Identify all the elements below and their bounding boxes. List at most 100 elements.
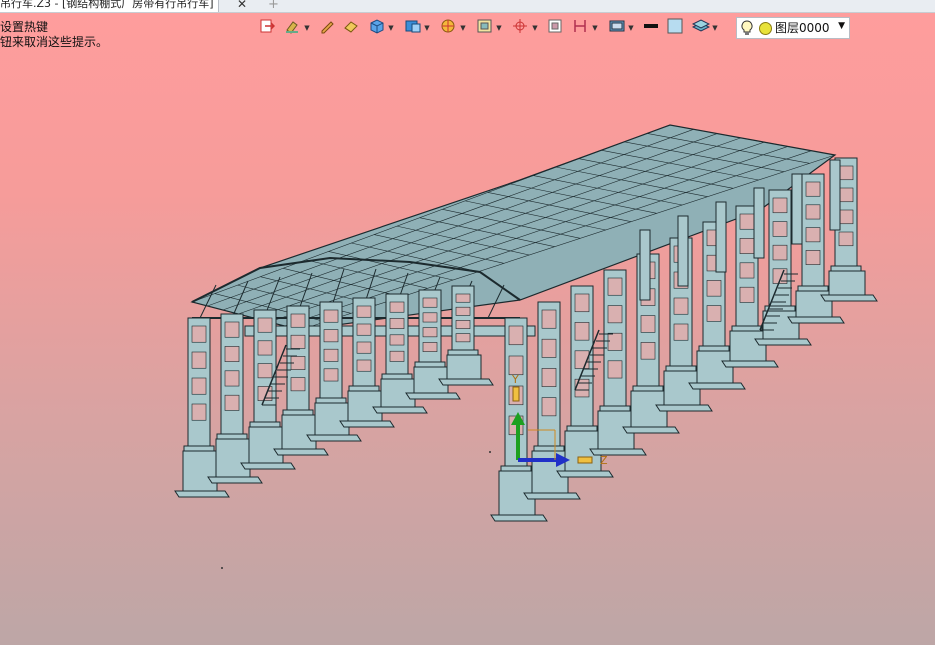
footing-plate bbox=[787, 316, 845, 324]
column-opening bbox=[290, 377, 306, 392]
footing-plate bbox=[688, 382, 746, 390]
column-opening bbox=[356, 359, 372, 372]
column-opening bbox=[257, 363, 273, 379]
column-opening bbox=[356, 323, 372, 336]
column-opening bbox=[455, 333, 471, 343]
column-opening bbox=[290, 334, 306, 349]
column-opening bbox=[772, 244, 788, 261]
steel-shed-model bbox=[174, 124, 878, 569]
footing-pedestal bbox=[729, 330, 767, 362]
footing-pedestal bbox=[314, 402, 350, 436]
column-opening bbox=[607, 305, 623, 324]
footing-plate bbox=[490, 514, 548, 522]
column-opening bbox=[257, 317, 273, 333]
footing-pedestal bbox=[762, 310, 800, 340]
footing-pedestal bbox=[248, 426, 284, 464]
footing-plate bbox=[556, 470, 614, 478]
column-opening bbox=[224, 394, 240, 411]
column-opening bbox=[706, 305, 722, 322]
column-opening bbox=[224, 321, 240, 338]
column-opening bbox=[389, 318, 405, 329]
back-column bbox=[677, 215, 689, 287]
column-opening bbox=[422, 297, 438, 308]
column-opening bbox=[356, 305, 372, 318]
footing-pedestal bbox=[446, 354, 482, 380]
column-opening bbox=[224, 370, 240, 387]
viewport-dot bbox=[489, 451, 491, 453]
column-opening bbox=[508, 325, 524, 346]
footing-plate bbox=[405, 392, 461, 400]
column-opening bbox=[739, 213, 755, 230]
footing-plate bbox=[240, 462, 296, 470]
column-opening bbox=[389, 334, 405, 346]
viewport-dot bbox=[221, 567, 223, 569]
column-opening bbox=[323, 348, 339, 362]
footing-pedestal bbox=[215, 438, 251, 478]
column-opening bbox=[574, 322, 590, 341]
column-opening bbox=[574, 378, 590, 398]
column-opening bbox=[805, 181, 821, 197]
column-opening bbox=[607, 332, 623, 351]
footing-plate bbox=[339, 420, 395, 428]
footing-plate bbox=[207, 476, 263, 484]
column-opening bbox=[673, 323, 689, 341]
footing-pedestal bbox=[347, 390, 383, 422]
column-opening bbox=[224, 346, 240, 362]
footing-plate bbox=[306, 434, 362, 442]
column-opening bbox=[422, 312, 438, 323]
column-opening bbox=[838, 209, 854, 225]
footing-pedestal bbox=[182, 450, 218, 492]
column-opening bbox=[607, 360, 623, 379]
column-opening bbox=[356, 341, 372, 354]
column-opening bbox=[772, 197, 788, 214]
column-opening bbox=[805, 204, 821, 220]
footing-plate bbox=[721, 360, 779, 368]
footing-pedestal bbox=[828, 270, 866, 296]
column-opening bbox=[541, 368, 557, 387]
column-opening bbox=[422, 327, 438, 338]
column-opening bbox=[257, 340, 273, 356]
column-opening bbox=[191, 377, 207, 395]
column-opening bbox=[541, 309, 557, 329]
column-opening bbox=[422, 342, 438, 352]
column-opening bbox=[455, 306, 471, 316]
footing-plate bbox=[622, 426, 680, 434]
column-opening bbox=[323, 309, 339, 323]
model-viewport[interactable]: Y Z bbox=[0, 0, 935, 645]
z-axis-label: Z bbox=[600, 454, 608, 467]
column-opening bbox=[389, 301, 405, 313]
column-opening bbox=[805, 227, 821, 243]
back-column bbox=[829, 159, 841, 231]
column-opening bbox=[323, 368, 339, 382]
column-opening bbox=[290, 313, 306, 328]
back-column bbox=[715, 201, 727, 273]
column-opening bbox=[455, 293, 471, 303]
column-opening bbox=[739, 238, 755, 254]
column-opening bbox=[607, 277, 623, 296]
footing-plate bbox=[655, 404, 713, 412]
footing-plate bbox=[174, 490, 230, 498]
column-opening bbox=[541, 338, 557, 358]
footing-plate bbox=[820, 294, 878, 302]
y-axis-label: Y bbox=[511, 373, 519, 386]
footing-plate bbox=[372, 406, 428, 414]
column-opening bbox=[541, 397, 557, 417]
footing-plate bbox=[273, 448, 329, 456]
column-opening bbox=[191, 325, 207, 343]
back-column bbox=[753, 187, 765, 259]
column-opening bbox=[323, 329, 339, 343]
column-opening bbox=[739, 286, 755, 303]
column-opening bbox=[389, 350, 405, 362]
column-opening bbox=[673, 297, 689, 315]
column-opening bbox=[772, 221, 788, 237]
column-opening bbox=[838, 187, 854, 203]
column-opening bbox=[508, 355, 524, 376]
column-opening bbox=[455, 320, 471, 329]
column-opening bbox=[191, 351, 207, 369]
column-opening bbox=[640, 315, 656, 333]
footing-plate bbox=[589, 448, 647, 456]
column-opening bbox=[838, 165, 854, 181]
column-opening bbox=[640, 342, 656, 360]
column-opening bbox=[574, 293, 590, 313]
column-opening bbox=[838, 231, 854, 247]
